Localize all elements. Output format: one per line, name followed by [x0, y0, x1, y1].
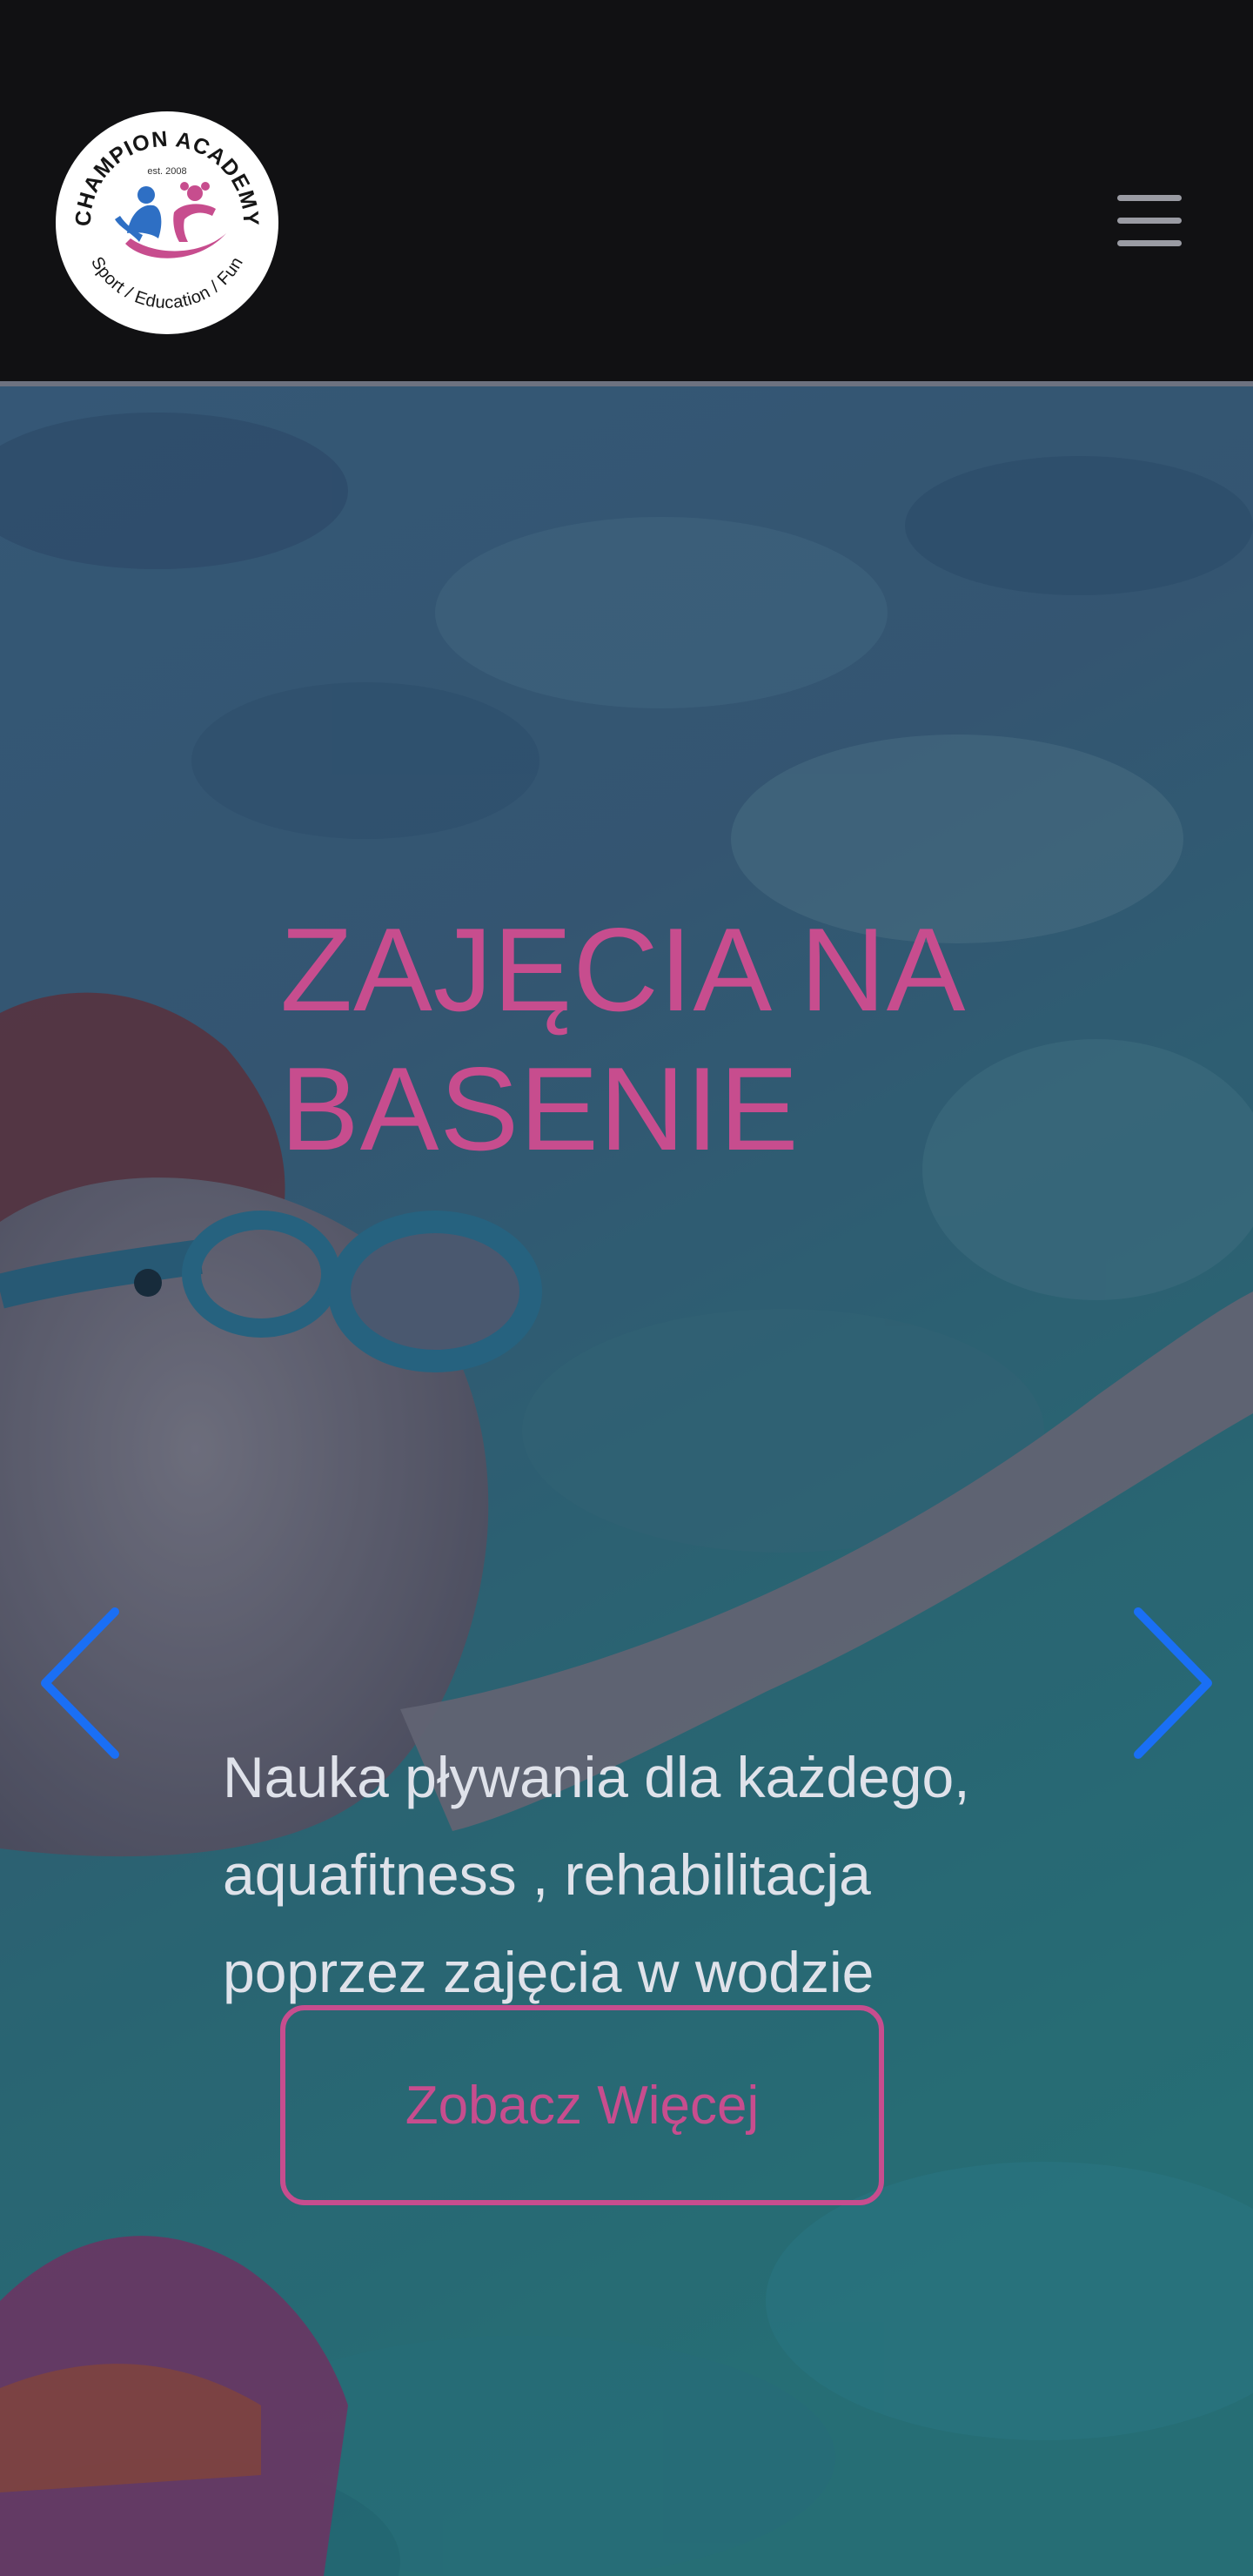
swimmer-background-image [0, 386, 1253, 2576]
hero-description: Nauka pływania dla każdego, aquafitness … [223, 1745, 970, 2004]
champion-academy-logo: CHAMPION ACADEMY est. 2008 Sport / Educa… [56, 111, 278, 334]
hero-title-line-2: BASENIE [280, 1043, 800, 1175]
chevron-right-icon[interactable] [1117, 1596, 1222, 1770]
site-logo[interactable]: CHAMPION ACADEMY est. 2008 Sport / Educa… [56, 111, 278, 334]
page: CHAMPION ACADEMY est. 2008 Sport / Educa… [0, 0, 1253, 2576]
chevron-left-icon[interactable] [31, 1596, 136, 1770]
hero-carousel: ZAJĘCIA NA BASENIE Nauka pływania dla ka… [0, 386, 1253, 2576]
logo-established-text: est. 2008 [147, 166, 186, 177]
hamburger-menu-icon[interactable] [1116, 190, 1183, 252]
site-header: CHAMPION ACADEMY est. 2008 Sport / Educa… [0, 0, 1253, 381]
hero-title-line-1: ZAJĘCIA NA [280, 903, 967, 1036]
see-more-button[interactable]: Zobacz Więcej [280, 2005, 884, 2205]
hero-title: ZAJĘCIA NA BASENIE [280, 900, 1063, 1178]
